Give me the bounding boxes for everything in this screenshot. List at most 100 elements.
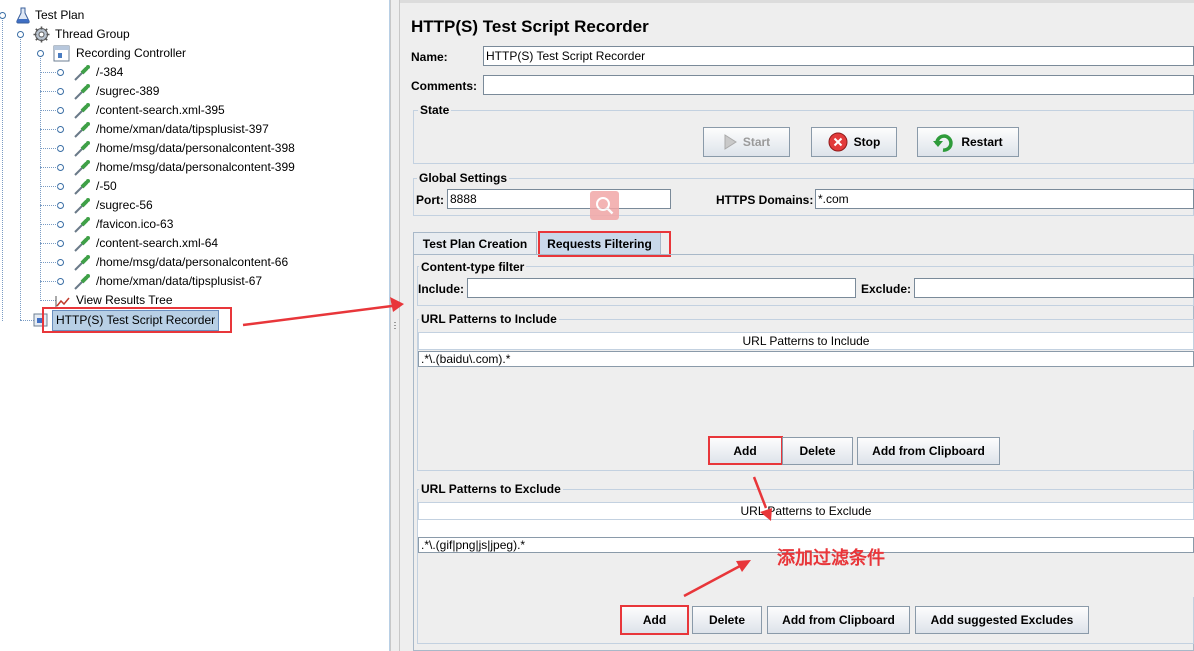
- tree-label: /home/xman/data/tipsplusist-397: [96, 122, 269, 136]
- tree-node-recording-controller[interactable]: Recording Controller: [0, 44, 220, 63]
- page-title: HTTP(S) Test Script Recorder: [411, 17, 649, 36]
- include-label: Include:: [418, 282, 465, 296]
- tree-label: /-384: [96, 65, 124, 79]
- tree-label: Test Plan: [35, 8, 85, 22]
- expand-knob-icon[interactable]: [57, 164, 64, 171]
- stop-label: Stop: [853, 135, 881, 149]
- highlight-box: [620, 605, 689, 635]
- start-button[interactable]: Start: [703, 127, 790, 157]
- name-field[interactable]: HTTP(S) Test Script Recorder: [483, 46, 1194, 66]
- tree-label: /sugrec-389: [96, 84, 160, 98]
- exclude-field[interactable]: [914, 278, 1194, 298]
- state-title: State: [418, 103, 452, 117]
- tree-line: [40, 205, 58, 206]
- tree-label: /content-search.xml-395: [96, 103, 225, 117]
- button-label: Delete: [708, 613, 746, 627]
- include-table[interactable]: .*\.(baidu\.com).*: [418, 350, 1194, 430]
- tab-test-plan-creation[interactable]: Test Plan Creation: [413, 232, 537, 254]
- pipette-icon: [74, 160, 90, 176]
- highlight-box: [708, 436, 783, 465]
- button-label: Delete: [799, 444, 836, 458]
- tree-label: /-50: [96, 179, 117, 193]
- tree-line: [40, 91, 58, 92]
- https-domains-field[interactable]: *.com: [815, 189, 1194, 209]
- name-label: Name:: [411, 50, 448, 64]
- restart-label: Restart: [961, 135, 1003, 149]
- pipette-icon: [74, 255, 90, 271]
- expand-knob-icon[interactable]: [57, 145, 64, 152]
- expand-knob-icon[interactable]: [57, 259, 64, 266]
- tree-label: Recording Controller: [76, 46, 187, 60]
- include-patterns-title: URL Patterns to Include: [419, 312, 559, 326]
- button-label: Add from Clipboard: [782, 613, 895, 627]
- stop-button[interactable]: Stop: [811, 127, 897, 157]
- include-delete-button[interactable]: Delete: [782, 437, 853, 465]
- play-icon: [724, 134, 737, 150]
- exclude-patterns-title: URL Patterns to Exclude: [419, 482, 563, 496]
- tree-node-test-plan[interactable]: Test Plan: [0, 6, 200, 25]
- pipette-icon: [74, 179, 90, 195]
- expand-knob-icon[interactable]: [57, 107, 64, 114]
- tree-line: [40, 262, 58, 263]
- tree-line: [40, 167, 58, 168]
- comments-field[interactable]: [483, 75, 1194, 95]
- expand-knob-icon[interactable]: [57, 278, 64, 285]
- expand-knob-icon[interactable]: [57, 240, 64, 247]
- table-row[interactable]: .*\.(baidu\.com).*: [418, 351, 1194, 367]
- pipette-icon: [74, 274, 90, 290]
- grip-dot: [394, 322, 396, 323]
- pipette-icon: [74, 217, 90, 233]
- include-add-clipboard-button[interactable]: Add from Clipboard: [857, 437, 1000, 465]
- split-pane-divider[interactable]: [390, 0, 400, 651]
- pipette-icon: [74, 84, 90, 100]
- start-label: Start: [742, 135, 771, 149]
- exclude-add-suggested-button[interactable]: Add suggested Excludes: [915, 606, 1089, 634]
- state-group: [413, 110, 1194, 164]
- pipette-icon: [74, 236, 90, 252]
- include-table-header[interactable]: URL Patterns to Include: [418, 332, 1194, 350]
- button-label: Add suggested Excludes: [930, 613, 1074, 627]
- content-type-title: Content-type filter: [419, 260, 527, 274]
- port-field[interactable]: 8888: [447, 189, 671, 209]
- tree-label: /sugrec-56: [96, 198, 153, 212]
- port-label: Port:: [416, 193, 444, 207]
- tree-line: [40, 72, 58, 73]
- expand-knob-icon[interactable]: [17, 31, 24, 38]
- include-field[interactable]: [467, 278, 856, 298]
- tree-label: Thread Group: [55, 27, 130, 41]
- tree-line: [40, 129, 58, 130]
- expand-knob-icon[interactable]: [57, 88, 64, 95]
- restart-button[interactable]: Restart: [917, 127, 1019, 157]
- expand-knob-icon[interactable]: [0, 12, 6, 19]
- pipette-icon: [74, 141, 90, 157]
- tree-line: [40, 148, 58, 149]
- flask-icon: [16, 7, 30, 24]
- tree-label: /home/xman/data/tipsplusist-67: [96, 274, 263, 288]
- expand-knob-icon[interactable]: [37, 50, 44, 57]
- exclude-table-header[interactable]: URL Patterns to Exclude: [418, 502, 1194, 520]
- tree-label: /home/msg/data/personalcontent-399: [96, 160, 295, 174]
- grip-dot: [394, 325, 396, 326]
- button-label: Add from Clipboard: [872, 444, 985, 458]
- tree-label: /content-search.xml-64: [96, 236, 219, 250]
- controller-icon: [53, 45, 70, 62]
- tree-line: [40, 243, 58, 244]
- expand-knob-icon[interactable]: [57, 183, 64, 190]
- highlight-box: [42, 307, 232, 333]
- test-plan-tree[interactable]: Test Plan Thread Group Recording Control…: [0, 0, 390, 651]
- tree-line: [40, 224, 58, 225]
- expand-knob-icon[interactable]: [57, 126, 64, 133]
- tree-node-thread-group[interactable]: Thread Group: [0, 25, 200, 44]
- tree-label: /favicon.ico-63: [96, 217, 174, 231]
- expand-knob-icon[interactable]: [57, 202, 64, 209]
- stop-icon: [828, 132, 848, 152]
- global-settings-title: Global Settings: [417, 171, 510, 185]
- expand-knob-icon[interactable]: [57, 221, 64, 228]
- exclude-label: Exclude:: [861, 282, 912, 296]
- exclude-delete-button[interactable]: Delete: [692, 606, 762, 634]
- grip-dot: [394, 328, 396, 329]
- gear-icon: [33, 26, 50, 43]
- exclude-add-clipboard-button[interactable]: Add from Clipboard: [767, 606, 910, 634]
- expand-knob-icon[interactable]: [57, 69, 64, 76]
- pipette-icon: [74, 198, 90, 214]
